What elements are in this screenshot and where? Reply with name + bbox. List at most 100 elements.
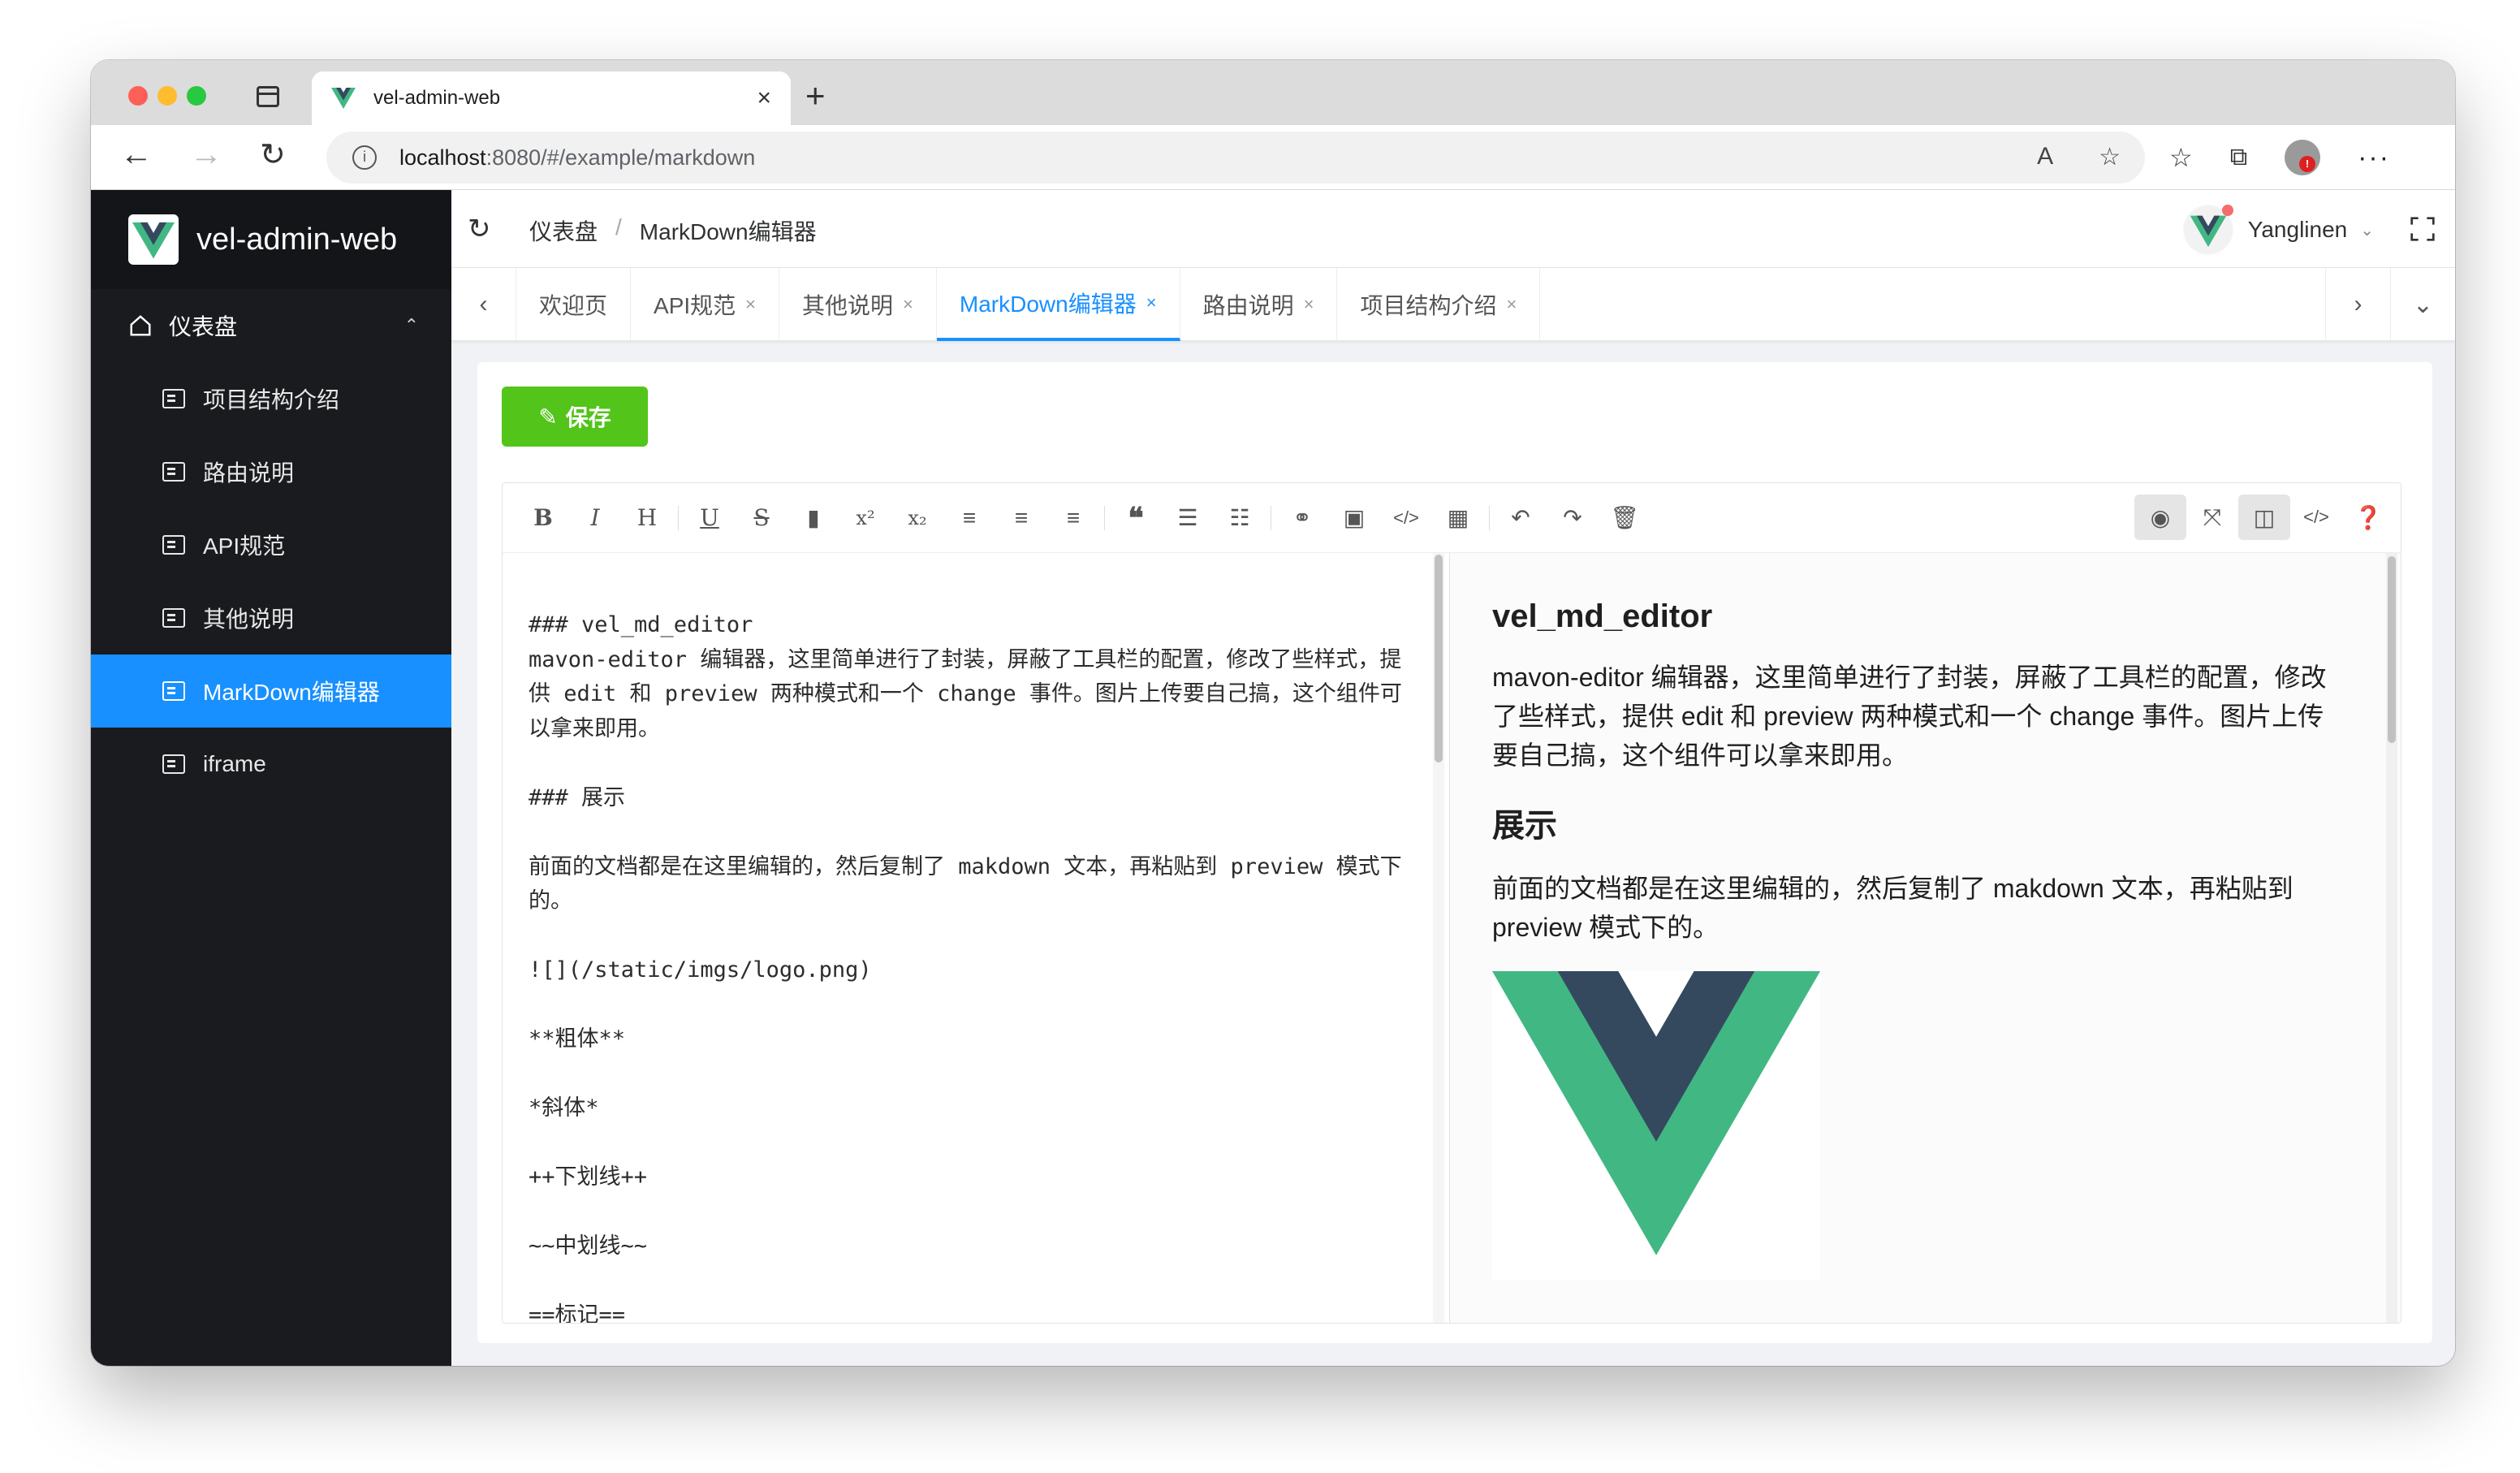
- close-tag-icon[interactable]: ×: [903, 294, 913, 315]
- menu-dashboard[interactable]: 仪表盘 ⌃: [91, 289, 451, 362]
- tags-scroll-right-icon[interactable]: ›: [2325, 268, 2390, 341]
- tag-label: MarkDown编辑器: [959, 292, 1137, 317]
- sidebar-item-label: 其他说明: [203, 607, 295, 632]
- align-right-icon[interactable]: ≡: [1047, 495, 1099, 541]
- unordered-list-icon[interactable]: ☷: [1214, 495, 1266, 541]
- back-arrow-icon[interactable]: ←: [120, 136, 153, 173]
- tab-actions-icon[interactable]: [257, 86, 279, 107]
- user-dropdown[interactable]: Yanglinen ⌄: [2182, 205, 2374, 255]
- undo-icon[interactable]: ↶: [1495, 495, 1547, 541]
- browser-tabstrip: vel-admin-web × +: [91, 60, 2455, 125]
- tag-label: API规范: [654, 293, 736, 318]
- tag-welcome[interactable]: 欢迎页: [516, 268, 632, 341]
- preview-scrollbar-thumb[interactable]: [2388, 556, 2396, 743]
- close-window-button[interactable]: [128, 86, 148, 106]
- breadcrumb-item-dashboard[interactable]: 仪表盘: [529, 214, 598, 247]
- minimize-window-button[interactable]: [158, 86, 177, 106]
- header-icon[interactable]: H: [621, 495, 673, 541]
- reload-icon[interactable]: ↻: [260, 136, 286, 173]
- toolbar-divider: [1104, 505, 1105, 530]
- mark-icon[interactable]: ▮: [788, 495, 839, 541]
- link-icon[interactable]: ⚭: [1276, 495, 1328, 541]
- add-favorite-icon[interactable]: ☆: [2099, 143, 2121, 171]
- sidebar-item-router[interactable]: 路由说明: [91, 435, 451, 508]
- breadcrumb-separator: /: [615, 214, 622, 240]
- browser-tab-active[interactable]: vel-admin-web ×: [312, 71, 791, 125]
- sidebar-item-api[interactable]: API规范: [91, 508, 451, 581]
- read-aloud-icon[interactable]: A: [2037, 143, 2053, 171]
- strikethrough-icon[interactable]: S: [736, 495, 788, 541]
- markdown-source-text[interactable]: ### vel_md_editor mavon-editor 编辑器，这里简单进…: [529, 608, 1405, 1323]
- zoom-window-button[interactable]: [187, 86, 206, 106]
- close-tag-icon[interactable]: ×: [1506, 294, 1517, 315]
- preview-content: vel_md_editor mavon-editor 编辑器，这里简单进行了封装…: [1492, 598, 2345, 1280]
- new-tab-icon[interactable]: +: [805, 76, 826, 115]
- vue-favicon-icon: [331, 88, 356, 109]
- subscript-icon[interactable]: x₂: [891, 495, 943, 541]
- split-view-icon[interactable]: ◫: [2238, 495, 2290, 540]
- fullscreen-icon[interactable]: [2410, 216, 2436, 242]
- image-icon[interactable]: ▣: [1328, 495, 1380, 541]
- sidebar-item-markdown[interactable]: MarkDown编辑器: [91, 654, 451, 728]
- tag-other[interactable]: 其他说明 ×: [779, 268, 937, 341]
- url-field[interactable]: i localhost:8080/#/example/markdown A ☆: [326, 132, 2145, 184]
- document-icon: [162, 535, 185, 555]
- sidebar-item-structure[interactable]: 项目结构介绍: [91, 362, 451, 435]
- preview-paragraph-1: mavon-editor 编辑器，这里简单进行了封装，屏蔽了工具栏的配置，修改了…: [1492, 663, 2327, 770]
- editor-toolbar-right: ◉ ⤧ ◫ </> ❓: [2134, 495, 2394, 540]
- close-tag-icon[interactable]: ×: [1304, 294, 1314, 315]
- source-scrollbar-thumb[interactable]: [1435, 555, 1443, 762]
- help-icon[interactable]: ❓: [2342, 495, 2394, 540]
- document-icon: [162, 681, 185, 701]
- sidebar-logo[interactable]: vel-admin-web: [91, 190, 451, 289]
- tag-api[interactable]: API规范 ×: [631, 268, 780, 341]
- tags-list: 欢迎页 API规范 × 其他说明 × MarkDown编辑器 × 路由说明 ×: [516, 268, 1541, 341]
- close-tag-icon[interactable]: ×: [745, 294, 756, 315]
- close-tab-icon[interactable]: ×: [757, 84, 771, 112]
- tag-router[interactable]: 路由说明 ×: [1180, 268, 1338, 341]
- document-icon: [162, 389, 185, 408]
- home-icon: [130, 315, 151, 336]
- redo-icon[interactable]: ↷: [1547, 495, 1599, 541]
- address-bar-row: ← → ↻ i localhost:8080/#/example/markdow…: [91, 125, 2455, 190]
- site-info-icon[interactable]: i: [352, 145, 377, 170]
- edit-pen-icon: ✎: [538, 404, 558, 430]
- trash-icon[interactable]: 🗑: [1599, 495, 1651, 541]
- main-content-card: ✎ 保存 B I H U S ▮ x² x₂ ≡ ≡ ≡ ❝ ☰ ☷ ⚭ ▣ <…: [477, 362, 2432, 1343]
- username: Yanglinen: [2247, 217, 2348, 242]
- code-icon[interactable]: </>: [1380, 495, 1432, 541]
- url-actions: A ☆: [2037, 143, 2121, 171]
- fullscreen-editor-icon[interactable]: ⤧: [2186, 495, 2238, 540]
- favorites-icon[interactable]: ☆: [2169, 142, 2193, 173]
- align-left-icon[interactable]: ≡: [943, 495, 995, 541]
- tags-scroll-left-icon[interactable]: ‹: [451, 268, 516, 341]
- markdown-editor: B I H U S ▮ x² x₂ ≡ ≡ ≡ ❝ ☰ ☷ ⚭ ▣ </> ▦ …: [502, 482, 2401, 1324]
- superscript-icon[interactable]: x²: [839, 495, 891, 541]
- refresh-icon[interactable]: ↻: [468, 213, 491, 245]
- align-center-icon[interactable]: ≡: [995, 495, 1047, 541]
- breadcrumb: 仪表盘 / MarkDown编辑器: [529, 214, 817, 247]
- bold-icon[interactable]: B: [517, 495, 569, 541]
- save-button[interactable]: ✎ 保存: [502, 387, 648, 447]
- sidebar-item-other[interactable]: 其他说明: [91, 581, 451, 654]
- table-icon[interactable]: ▦: [1432, 495, 1484, 541]
- italic-icon[interactable]: I: [569, 495, 621, 541]
- ordered-list-icon[interactable]: ☰: [1162, 495, 1214, 541]
- forward-arrow-icon[interactable]: →: [190, 136, 222, 173]
- quote-icon[interactable]: ❝: [1110, 495, 1162, 541]
- sidebar-item-iframe[interactable]: iframe: [91, 728, 451, 801]
- menu-dashboard-label: 仪表盘: [169, 314, 238, 339]
- eye-toggle-icon[interactable]: ◉: [2134, 495, 2186, 540]
- close-tag-icon[interactable]: ×: [1146, 292, 1157, 313]
- tag-label: 欢迎页: [539, 293, 608, 318]
- tags-menu-chevron-icon[interactable]: ⌄: [2390, 268, 2455, 341]
- browser-tab-title: vel-admin-web: [373, 87, 501, 109]
- tag-structure[interactable]: 项目结构介绍 ×: [1337, 268, 1541, 341]
- underline-icon[interactable]: U: [684, 495, 736, 541]
- tag-markdown[interactable]: MarkDown编辑器 ×: [936, 268, 1180, 341]
- preview-heading-2: 展示: [1492, 808, 1557, 844]
- editor-source-pane[interactable]: ### vel_md_editor mavon-editor 编辑器，这里简单进…: [503, 553, 1444, 1323]
- more-menu-icon[interactable]: ···: [2358, 142, 2390, 174]
- html-code-icon[interactable]: </>: [2290, 495, 2342, 540]
- collections-icon[interactable]: ⧉: [2230, 144, 2247, 171]
